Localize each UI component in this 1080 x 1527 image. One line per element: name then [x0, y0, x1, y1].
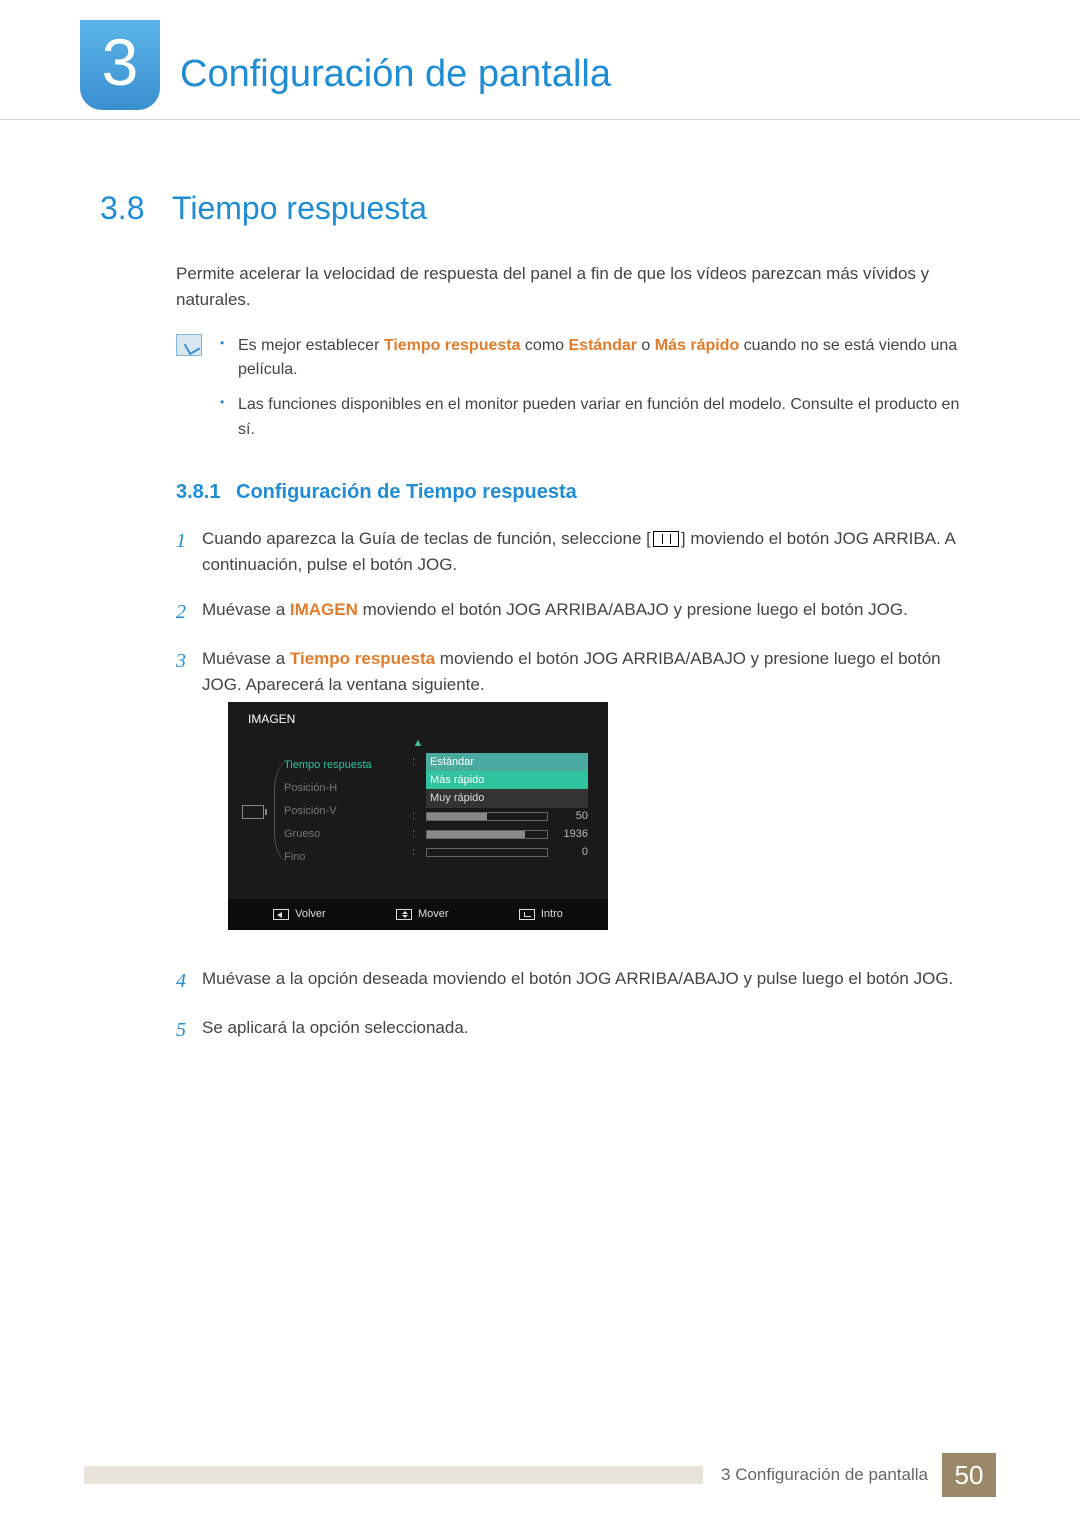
battery-icon [242, 805, 264, 819]
osd-value: 0 [556, 844, 588, 861]
osd-menu-item: Grueso [284, 823, 412, 846]
chapter-title: Configuración de pantalla [180, 20, 611, 119]
section-title: Tiempo respuesta [172, 190, 427, 226]
section-number: 3.8 [100, 190, 172, 227]
note-item: Las funciones disponibles en el monitor … [220, 393, 980, 443]
page-number: 50 [942, 1453, 996, 1497]
enter-icon [519, 909, 535, 920]
move-icon [396, 909, 412, 920]
highlight-term: Tiempo respuesta [290, 649, 435, 668]
osd-value: 50 [556, 808, 588, 825]
osd-menu-item-active: Tiempo respuesta [284, 754, 412, 777]
highlight-term: Estándar [569, 337, 637, 354]
subsection-heading: 3.8.1Configuración de Tiempo respuesta [176, 481, 980, 504]
osd-screenshot: IMAGEN ▲ Tiempo respuesta Posición-H Pos… [228, 702, 608, 930]
highlight-term: IMAGEN [290, 600, 358, 619]
highlight-term: Tiempo respuesta [384, 337, 521, 354]
osd-side-icon [234, 754, 272, 869]
osd-slider [426, 830, 548, 839]
step-number: 2 [176, 597, 202, 628]
step-number: 4 [176, 966, 202, 997]
chapter-header: 3 Configuración de pantalla [0, 0, 1080, 120]
step-number: 1 [176, 526, 202, 579]
osd-slider [426, 812, 548, 821]
step-number: 5 [176, 1015, 202, 1046]
note-icon [176, 334, 202, 356]
note-block: Es mejor establecer Tiempo respuesta com… [176, 334, 980, 453]
osd-option: Muy rápido [426, 789, 588, 808]
subsection-title: Configuración de Tiempo respuesta [236, 481, 577, 503]
step-item: 5 Se aplicará la opción seleccionada. [176, 1015, 980, 1046]
osd-menu-item: Posición-H [284, 777, 412, 800]
osd-slider [426, 848, 548, 857]
osd-value: 1936 [556, 826, 588, 843]
back-icon [273, 909, 289, 920]
section-intro: Permite acelerar la velocidad de respues… [176, 261, 980, 314]
step-item: 1 Cuando aparezca la Guía de teclas de f… [176, 526, 980, 579]
menu-icon [653, 531, 679, 547]
step-item: 3 Muévase a Tiempo respuesta moviendo el… [176, 646, 980, 949]
note-item: Es mejor establecer Tiempo respuesta com… [220, 334, 980, 384]
subsection-number: 3.8.1 [176, 481, 236, 504]
osd-option-selected: Estándar [426, 753, 588, 772]
footer-chapter-label: 3 Configuración de pantalla [721, 1465, 928, 1485]
page-footer: 3 Configuración de pantalla 50 [0, 1453, 1080, 1497]
osd-title: IMAGEN [228, 708, 608, 735]
osd-menu-item: Fino [284, 846, 412, 869]
section-heading: 3.8Tiempo respuesta [100, 190, 980, 227]
footer-bar [84, 1466, 703, 1484]
osd-option-highlighted: Más rápido [426, 771, 588, 790]
step-item: 2 Muévase a IMAGEN moviendo el botón JOG… [176, 597, 980, 628]
osd-arrow-up-icon: ▲ [228, 735, 608, 752]
highlight-term: Más rápido [655, 337, 739, 354]
osd-footer: Volver Mover Intro [228, 899, 608, 930]
chapter-number-badge: 3 [80, 20, 160, 110]
step-number: 3 [176, 646, 202, 949]
osd-menu-item: Posición-V [284, 800, 412, 823]
step-item: 4 Muévase a la opción deseada moviendo e… [176, 966, 980, 997]
